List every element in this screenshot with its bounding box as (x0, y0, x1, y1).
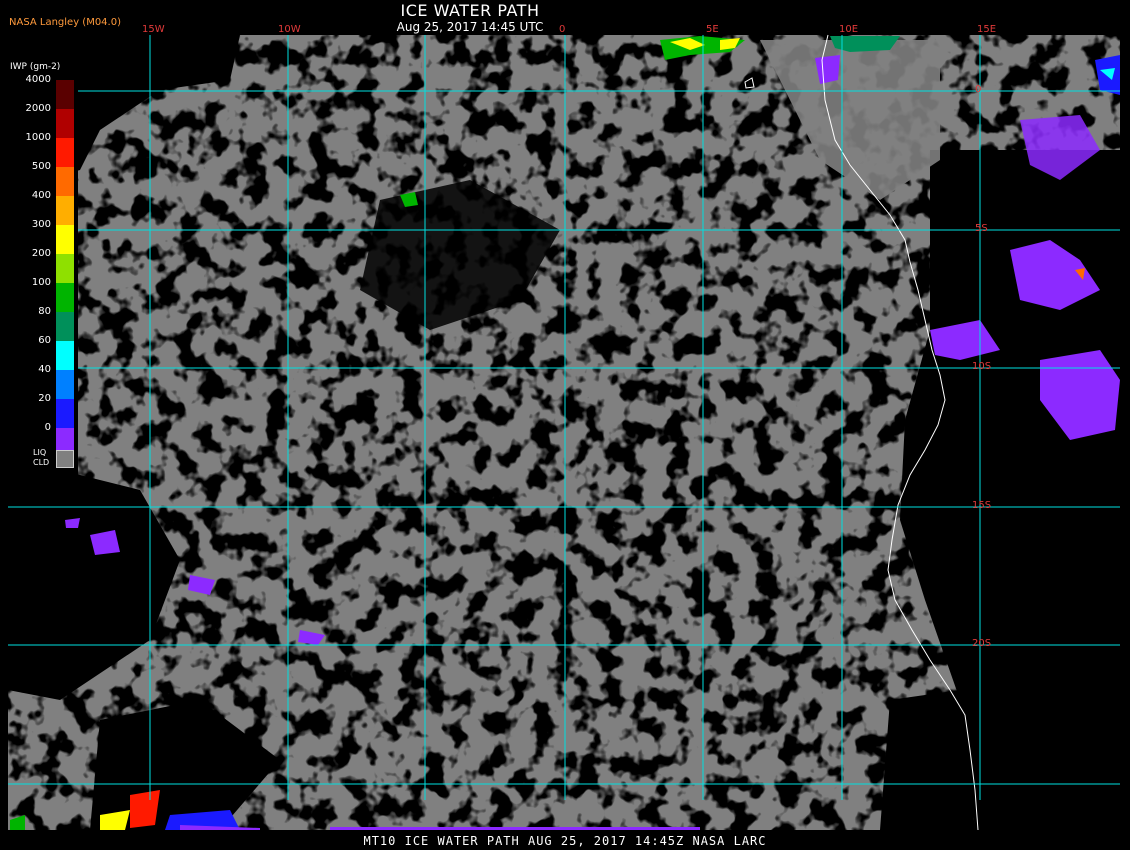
liquid-cloud-swatch (56, 450, 74, 468)
lon-label-10w: 10W (278, 24, 301, 35)
legend-level-label: 100 (31, 277, 51, 288)
legend-level-swatch (56, 138, 74, 167)
legend-level-label: 40 (38, 364, 51, 375)
legend-level-swatch (56, 341, 74, 370)
legend-level-label: 4000 (25, 74, 51, 85)
legend-level-swatch (56, 80, 74, 109)
legend-level-label: 400 (31, 190, 51, 201)
lon-label-10e: 10E (839, 24, 859, 35)
footer-caption: MT10 ICE WATER PATH AUG 25, 2017 14:45Z … (363, 834, 767, 848)
legend-level-swatch (56, 167, 74, 196)
legend-level-swatch (56, 312, 74, 341)
lon-label-5e: 5E (706, 24, 719, 35)
legend-level-swatch (56, 399, 74, 428)
legend-level-label: 500 (31, 161, 51, 172)
lat-label-0: 0 (975, 84, 982, 95)
lon-label-15w: 15W (142, 24, 165, 35)
producer-label: NASA Langley (M04.0) (9, 17, 121, 28)
liq-label-line2: CLD (33, 458, 50, 467)
legend-level-label: 60 (38, 335, 51, 346)
legend-level-swatch (56, 196, 74, 225)
legend-level-label: 300 (31, 219, 51, 230)
legend-level-label: 0 (44, 422, 51, 433)
legend-level-label: 1000 (25, 132, 51, 143)
legend-level-swatch (56, 283, 74, 312)
color-legend: IWP (gm-2) 4000 2000 1000 500 400 300 200 100 80… (8, 60, 78, 490)
legend-title: IWP (gm-2) (10, 62, 61, 72)
legend-level-swatch (56, 370, 74, 399)
lat-label-20s: 20S (972, 638, 992, 649)
lat-label-10s: 10S (972, 361, 992, 372)
legend-level-label: 200 (31, 248, 51, 259)
legend-level-label: 2000 (25, 103, 51, 114)
clear-sky-areas (8, 35, 1120, 830)
lat-label-15s: 15S (972, 500, 992, 511)
legend-level-label: 80 (38, 306, 51, 317)
legend-level-swatch (56, 225, 74, 254)
ice-water-path-map (8, 34, 1120, 831)
legend-level-swatch (56, 109, 74, 138)
lon-label-15e: 15E (977, 24, 997, 35)
liquid-cloud-label: LIQ CLD (33, 448, 49, 468)
liq-label-line1: LIQ (33, 448, 47, 457)
map-title: ICE WATER PATH (400, 1, 540, 20)
map-subtitle: Aug 25, 2017 14:45 UTC (396, 20, 544, 34)
legend-level-label: 20 (38, 393, 51, 404)
lon-label-0: 0 (559, 24, 566, 35)
lat-label-5s: 5S (975, 223, 988, 234)
legend-level-swatch (56, 254, 74, 283)
